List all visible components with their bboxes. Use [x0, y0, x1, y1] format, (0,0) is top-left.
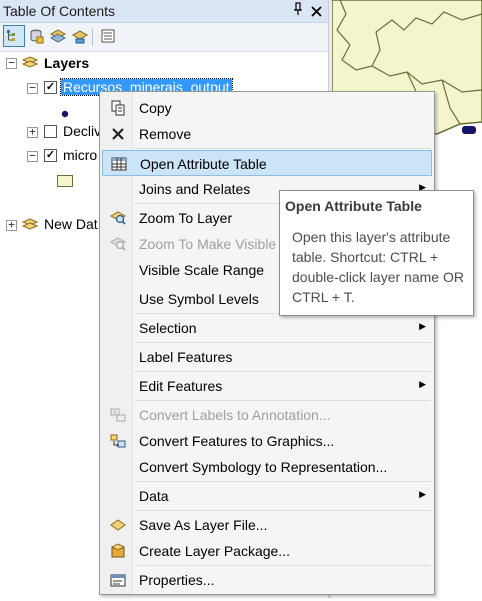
list-by-drawing-order-icon[interactable]: [3, 25, 25, 47]
copy-icon: [109, 99, 127, 117]
layer-context-menu: Copy Remove Open Attribute Table Joins a…: [99, 91, 435, 595]
menu-separator: [135, 371, 431, 372]
data-frame-expander[interactable]: +: [6, 219, 17, 231]
remove-icon: [109, 125, 127, 143]
point-symbol-icon[interactable]: [61, 105, 69, 121]
menu-separator: [135, 400, 431, 401]
menu-item-open-attribute-table[interactable]: Open Attribute Table: [102, 150, 432, 176]
menu-item-convert-symbology[interactable]: Convert Symbology to Representation...: [102, 454, 432, 480]
menu-item-properties[interactable]: Properties...: [102, 567, 432, 593]
menu-item-label-features[interactable]: Label Features: [102, 344, 432, 370]
menu-tooltip: Open Attribute Table Open this layer's a…: [279, 190, 474, 316]
properties-icon: [109, 571, 127, 589]
menu-item-create-layer-package[interactable]: Create Layer Package...: [102, 538, 432, 564]
data-frame-label[interactable]: Layers: [44, 55, 89, 71]
layer-visibility-checkbox[interactable]: [44, 125, 57, 138]
polygon-symbol-icon[interactable]: [57, 175, 73, 187]
layer-package-icon: [109, 542, 127, 560]
list-by-visibility-icon[interactable]: [48, 26, 68, 46]
layer-visibility-checkbox[interactable]: ✓: [44, 81, 57, 94]
data-frame-icon: [21, 56, 39, 70]
menu-separator: [135, 342, 431, 343]
menu-separator: [135, 510, 431, 511]
options-icon[interactable]: [98, 26, 118, 46]
layer-expander[interactable]: −: [27, 82, 38, 94]
menu-item-selection[interactable]: Selection ▶: [102, 315, 432, 341]
menu-item-convert-features-to-graphics[interactable]: Convert Features to Graphics...: [102, 428, 432, 454]
tooltip-body: Open this layer's attribute table. Short…: [292, 229, 464, 305]
layer-expander[interactable]: −: [27, 150, 38, 162]
layers-expander[interactable]: −: [6, 57, 17, 69]
zoom-to-layer-icon: [109, 209, 127, 227]
toc-title: Table Of Contents: [3, 3, 116, 19]
menu-separator: [135, 481, 431, 482]
tooltip-title: Open Attribute Table: [285, 198, 422, 214]
menu-item-edit-features[interactable]: Edit Features ▶: [102, 373, 432, 399]
menu-separator: [135, 148, 431, 149]
layer-expander[interactable]: +: [27, 126, 38, 138]
menu-item-data[interactable]: Data ▶: [102, 483, 432, 509]
close-icon[interactable]: [311, 1, 322, 21]
list-by-selection-icon[interactable]: [70, 26, 90, 46]
convert-graphics-icon: [109, 432, 127, 450]
save-layer-icon: [109, 516, 127, 534]
menu-item-copy[interactable]: Copy: [102, 95, 432, 121]
zoom-to-visible-icon: [109, 235, 127, 253]
table-icon: [110, 155, 128, 173]
menu-item-convert-labels-to-annotation[interactable]: A Convert Labels to Annotation...: [102, 402, 432, 428]
layer-label-micro[interactable]: micro: [63, 147, 97, 163]
layer-visibility-checkbox[interactable]: ✓: [44, 149, 57, 162]
new-data-frame-label[interactable]: New Dat: [44, 216, 98, 232]
toc-toolbar: [0, 23, 328, 52]
pin-icon[interactable]: [293, 2, 303, 19]
menu-item-remove[interactable]: Remove: [102, 121, 432, 147]
convert-labels-icon: A: [109, 406, 127, 424]
menu-separator: [135, 565, 431, 566]
toc-title-bar: Table Of Contents: [0, 0, 328, 23]
layer-label-decliv[interactable]: Decliv: [63, 123, 101, 139]
submenu-arrow-icon: ▶: [419, 489, 426, 499]
list-by-source-icon[interactable]: [26, 26, 46, 46]
submenu-arrow-icon: ▶: [419, 379, 426, 389]
menu-item-save-as-layer-file[interactable]: Save As Layer File...: [102, 512, 432, 538]
svg-text:A: A: [113, 410, 117, 416]
submenu-arrow-icon: ▶: [419, 321, 426, 331]
data-frame-icon: [21, 218, 39, 232]
toolbar-separator: [92, 28, 93, 46]
